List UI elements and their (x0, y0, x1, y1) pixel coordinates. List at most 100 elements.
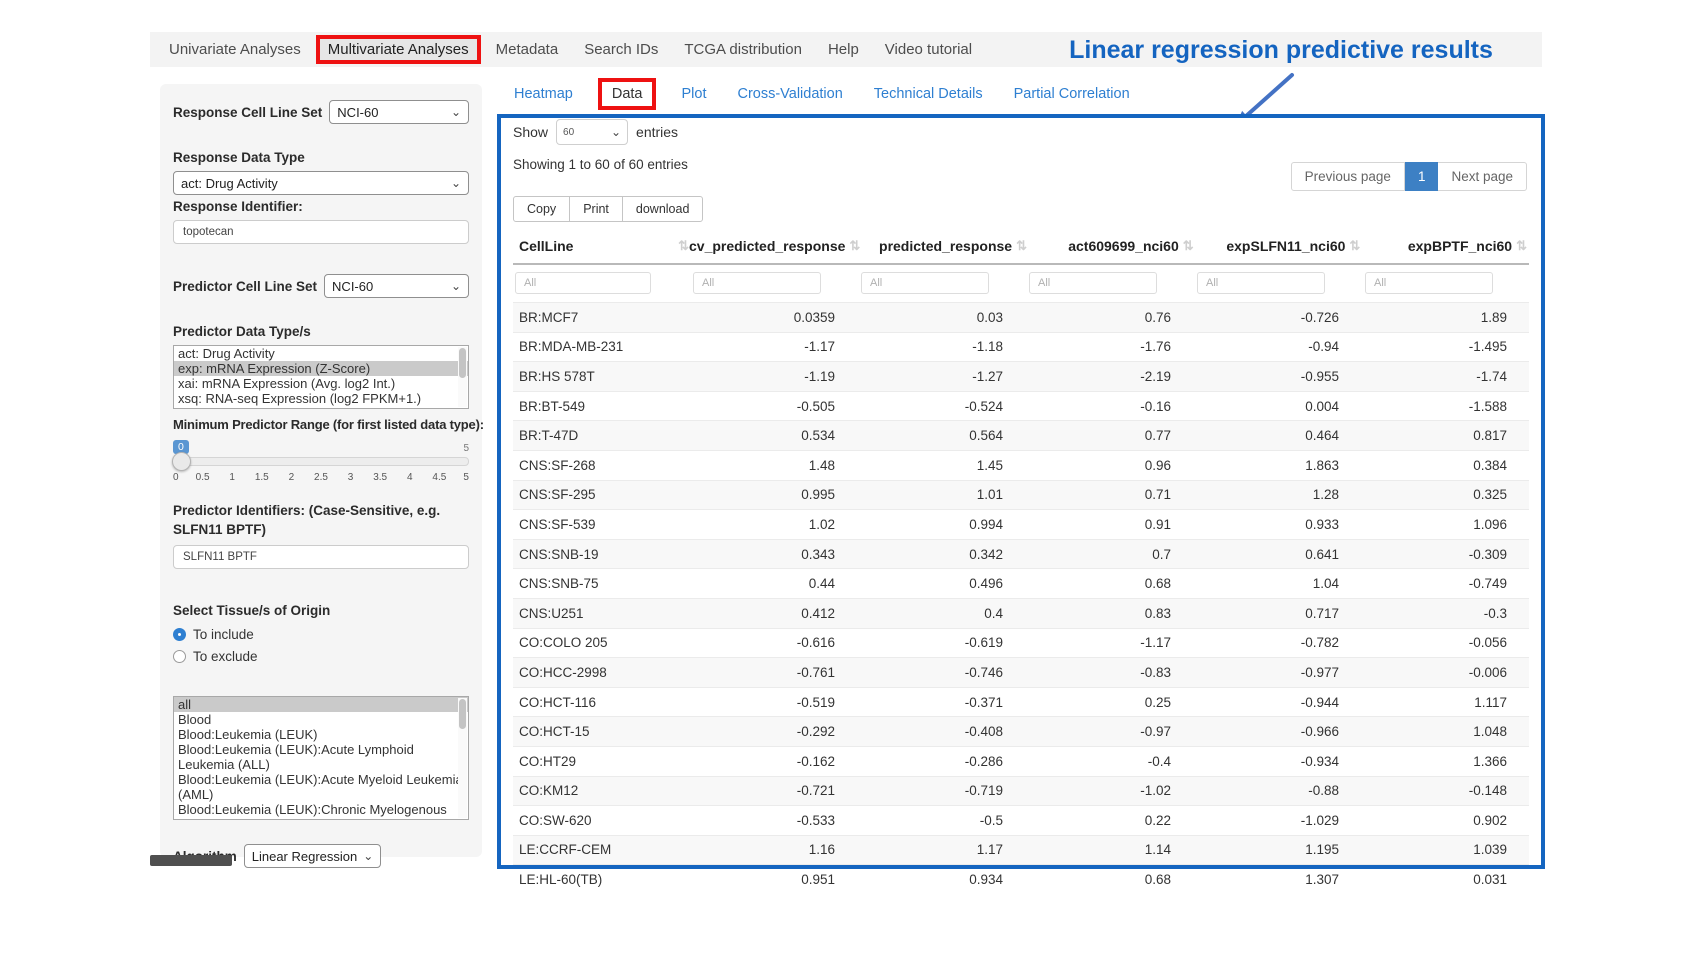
slider-track[interactable] (173, 457, 469, 466)
cell-value: 1.89 (1361, 310, 1529, 325)
nav-item-search-ids[interactable]: Search IDs (573, 36, 669, 63)
column-filter-input-act609699-nci60[interactable] (1029, 272, 1157, 294)
sort-icon[interactable]: ⇅ (1183, 238, 1194, 254)
listbox-option-exp-mrna-expression-z-score[interactable]: exp: mRNA Expression (Z-Score) (174, 361, 468, 376)
print-button[interactable]: Print (569, 196, 623, 222)
cell-line-name: BR:T-47D (513, 428, 689, 443)
tab-data[interactable]: Data (598, 78, 657, 110)
entries-per-page-select[interactable]: 60 ⌄ (556, 119, 628, 145)
tab-technical-details[interactable]: Technical Details (874, 86, 983, 102)
sort-icon[interactable]: ⇅ (1516, 238, 1527, 254)
algorithm-select[interactable]: Linear Regression ⌄ (244, 844, 382, 868)
previous-page-button[interactable]: Previous page (1291, 162, 1405, 191)
response-identifier-input[interactable] (173, 220, 469, 244)
cell-value: -0.721 (689, 783, 857, 798)
entries-suffix-label: entries (636, 124, 678, 140)
tissue-radio-to-include[interactable]: To include (173, 627, 469, 642)
table-row: LE:HL-60(TB)0.9510.9340.681.3070.031 (513, 864, 1529, 894)
nav-item-univariate-analyses[interactable]: Univariate Analyses (158, 36, 312, 63)
slider-tick-label: 0 (173, 472, 183, 483)
tab-heatmap[interactable]: Heatmap (514, 86, 573, 102)
column-header-predicted-response[interactable]: predicted_response⇅ (862, 238, 1029, 254)
nav-item-help[interactable]: Help (817, 36, 870, 63)
cell-value: -0.5 (857, 813, 1025, 828)
listbox-option-blood[interactable]: Blood (174, 712, 468, 727)
table-row: CNS:SNB-750.440.4960.681.04-0.749 (513, 568, 1529, 598)
listbox-scrollbar[interactable] (458, 347, 467, 407)
listbox-option-xsq-rna-seq-expression-log2-fpkm-1[interactable]: xsq: RNA-seq Expression (log2 FPKM+1.) (174, 391, 468, 406)
tissue-origin-listbox[interactable]: allBloodBlood:Leukemia (LEUK)Blood:Leuke… (173, 696, 469, 820)
listbox-option-blood-leukemia-leuk[interactable]: Blood:Leukemia (LEUK) (174, 727, 468, 742)
predictor-data-types-listbox[interactable]: act: Drug Activityexp: mRNA Expression (… (173, 345, 469, 409)
slider-handle[interactable] (172, 452, 191, 471)
nav-item-video-tutorial[interactable]: Video tutorial (874, 36, 983, 63)
column-header-cv-predicted-response[interactable]: cv_predicted_response⇅ (689, 238, 862, 254)
tab-partial-correlation[interactable]: Partial Correlation (1014, 86, 1130, 102)
filter-cell (513, 272, 689, 294)
results-tab-bar: HeatmapDataPlotCross-ValidationTechnical… (514, 86, 1130, 102)
cell-value: -1.495 (1361, 339, 1529, 354)
slider-tick-label: 2 (281, 472, 301, 483)
listbox-option-all[interactable]: all (174, 697, 468, 712)
cell-value: 0.68 (1025, 872, 1193, 887)
cell-line-name: CO:COLO 205 (513, 635, 689, 650)
cell-value: 0.342 (857, 547, 1025, 562)
nav-item-tcga-distribution[interactable]: TCGA distribution (673, 36, 813, 63)
predictor-identifiers-input[interactable] (173, 545, 469, 569)
cell-value: -2.19 (1025, 369, 1193, 384)
listbox-option-act-drug-activity[interactable]: act: Drug Activity (174, 346, 468, 361)
sort-icon[interactable]: ⇅ (1016, 238, 1027, 254)
listbox-option-xai-mrna-expression-avg-log2-int[interactable]: xai: mRNA Expression (Avg. log2 Int.) (174, 376, 468, 391)
copy-button[interactable]: Copy (513, 196, 570, 222)
bottom-left-fragment (150, 855, 232, 866)
table-row: CO:HT29-0.162-0.286-0.4-0.9341.366 (513, 746, 1529, 776)
column-filter-input-cv-predicted-response[interactable] (693, 272, 821, 294)
column-filter-input-expbptf-nci60[interactable] (1365, 272, 1493, 294)
nav-item-multivariate-analyses[interactable]: Multivariate Analyses (316, 35, 481, 64)
cell-value: -0.286 (857, 754, 1025, 769)
radio-icon[interactable] (173, 628, 186, 641)
listbox-option-blood-leukemia-leuk-chronic-myelogenous-leukemia-cml[interactable]: Blood:Leukemia (LEUK):Chronic Myelogenou… (174, 802, 468, 820)
column-header-expslfn11-nci60[interactable]: expSLFN11_nci60⇅ (1196, 238, 1363, 254)
radio-icon[interactable] (173, 650, 186, 663)
sort-icon[interactable]: ⇅ (1349, 238, 1360, 254)
cell-value: -1.27 (857, 369, 1025, 384)
page-number-button[interactable]: 1 (1405, 162, 1439, 191)
cell-value: 1.096 (1361, 517, 1529, 532)
tab-cross-validation[interactable]: Cross-Validation (737, 86, 842, 102)
response-cell-line-set-select[interactable]: NCI-60 ⌄ (329, 100, 469, 124)
nav-item-metadata[interactable]: Metadata (485, 36, 570, 63)
download-button[interactable]: download (622, 196, 704, 222)
cell-value: -0.782 (1193, 635, 1361, 650)
sort-icon[interactable]: ⇅ (849, 238, 860, 254)
next-page-button[interactable]: Next page (1438, 162, 1527, 191)
cell-value: -0.16 (1025, 399, 1193, 414)
table-row: BR:BT-549-0.505-0.524-0.160.004-1.588 (513, 391, 1529, 421)
cell-value: -0.944 (1193, 695, 1361, 710)
cell-value: 0.325 (1361, 487, 1529, 502)
column-header-cellline[interactable]: CellLine⇅ (513, 238, 689, 254)
response-data-type-select[interactable]: act: Drug Activity ⌄ (173, 171, 469, 195)
filter-cell (1025, 272, 1193, 294)
sort-icon[interactable]: ⇅ (678, 238, 689, 254)
column-filter-input-expslfn11-nci60[interactable] (1197, 272, 1325, 294)
column-header-expbptf-nci60[interactable]: expBPTF_nci60⇅ (1362, 238, 1529, 254)
predictor-cell-line-set-select[interactable]: NCI-60 ⌄ (324, 274, 469, 298)
column-filter-input-cellline[interactable] (515, 272, 651, 294)
cell-value: 1.02 (689, 517, 857, 532)
listbox-option-blood-leukemia-leuk-acute-lymphoid-leukemia-all[interactable]: Blood:Leukemia (LEUK):Acute Lymphoid Leu… (174, 742, 468, 772)
cell-line-name: BR:MCF7 (513, 310, 689, 325)
listbox-option-blood-leukemia-leuk-acute-myeloid-leukemia-aml[interactable]: Blood:Leukemia (LEUK):Acute Myeloid Leuk… (174, 772, 468, 802)
column-filter-input-predicted-response[interactable] (861, 272, 989, 294)
listbox-scrollbar[interactable] (458, 698, 467, 818)
export-button-group: CopyPrintdownload (513, 196, 1529, 222)
cell-line-name: CO:KM12 (513, 783, 689, 798)
annotation-title: Linear regression predictive results (1066, 36, 1496, 65)
cell-value: -0.934 (1193, 754, 1361, 769)
cell-value: 0.031 (1361, 872, 1529, 887)
tissue-radio-to-exclude[interactable]: To exclude (173, 649, 469, 664)
tab-plot[interactable]: Plot (681, 86, 706, 102)
cell-line-name: BR:HS 578T (513, 369, 689, 384)
radio-label: To exclude (193, 649, 258, 664)
column-header-act609699-nci60[interactable]: act609699_nci60⇅ (1029, 238, 1196, 254)
